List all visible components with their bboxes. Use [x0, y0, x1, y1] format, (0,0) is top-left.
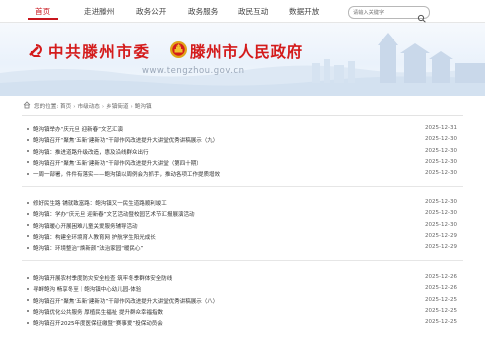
bullet-icon — [27, 172, 29, 175]
bullet-icon — [27, 299, 29, 301]
nav-item-about[interactable]: 走进滕州 — [84, 6, 114, 17]
bullet-icon — [27, 276, 29, 279]
news-title-link[interactable]: 鲍沟镇召开2025年度医保征缴暨“赛事爱”投保动员会 — [33, 319, 413, 327]
bullet-icon — [27, 310, 29, 313]
list-item[interactable]: 鲍沟镇暖心开展困难儿童关爱服务辅导活动 2025-12-30 — [22, 220, 463, 231]
news-title-link[interactable]: 鲍沟镇召开“聚焦‘五新’建新功”干部作风改进提升大讲堂（第四十期） — [33, 159, 413, 167]
news-title-link[interactable]: 鲍沟镇召开“聚焦‘五新’建新功”干部作风改进提升大讲堂优秀讲稿展示（八） — [33, 297, 413, 305]
news-title-link[interactable]: 鲍沟镇优化公共服务 厚植民生福祉 提升群众幸福指数 — [33, 308, 413, 316]
breadcrumb-divider — [22, 115, 463, 116]
news-date: 2025-12-30 — [425, 170, 457, 176]
list-item[interactable]: 鲍沟镇召开“聚焦‘五新’建新功”干部作风改进提升大讲堂优秀讲稿展示（九） 2025… — [22, 134, 463, 145]
list-item[interactable]: 寻衅鲍沟 畅享冬至｜鲍沟镇中心幼儿园-体验 2025-12-26 — [22, 283, 463, 294]
news-date: 2025-12-29 — [425, 244, 457, 250]
news-title-link[interactable]: 鲍沟镇暖心开展困难儿童关爱服务辅导活动 — [33, 222, 413, 230]
home-icon — [23, 101, 31, 109]
breadcrumb-home[interactable]: 首页 — [60, 104, 71, 110]
news-title-link[interactable]: 鲍沟镇：构建全环境育人教育网 护航学生阳光成长 — [33, 233, 413, 241]
news-title-link[interactable]: 鲍沟镇举办“庆元旦 迎新春”文艺汇演 — [33, 125, 413, 133]
news-date: 2025-12-30 — [425, 199, 457, 205]
bullet-icon — [27, 235, 29, 238]
group-divider — [22, 186, 463, 187]
news-date: 2025-12-31 — [425, 125, 457, 131]
city-government-title: 滕州市人民政府 — [190, 42, 303, 61]
nav-item-open-data[interactable]: 数据开放 — [289, 6, 319, 17]
bullet-icon — [27, 201, 29, 204]
bullet-icon — [27, 150, 29, 152]
list-item[interactable]: 鲍沟镇举办“庆元旦 迎新春”文艺汇演 2025-12-31 — [22, 123, 463, 134]
list-item[interactable]: 鲍沟镇召开“聚焦‘五新’建新功”干部作风改进提升大讲堂（第四十期） 2025-12… — [22, 157, 463, 168]
news-date: 2025-12-30 — [425, 158, 457, 165]
search-box — [348, 6, 430, 23]
breadcrumb-current[interactable]: 鲍沟镇 — [135, 104, 152, 110]
party-emblem-icon — [29, 44, 42, 57]
news-date: 2025-12-25 — [425, 319, 457, 325]
news-title-link[interactable]: 鲍沟镇召开“聚焦‘五新’建新功”干部作风改进提升大讲堂优秀讲稿展示（九） — [33, 136, 413, 144]
news-title-link[interactable]: 鲍沟镇开展农村季度防灾安全检查 筑牢冬季群体安全防线 — [33, 274, 413, 282]
nav-item-interaction[interactable]: 政民互动 — [238, 6, 268, 17]
bullet-icon — [27, 287, 29, 290]
news-date: 2025-12-26 — [425, 285, 457, 292]
list-item[interactable]: 鲍沟镇：构建全环境育人教育网 护航学生阳光成长 2025-12-29 — [22, 231, 463, 242]
list-item[interactable]: 鲍沟镇：学办“庆元旦 迎新春”文艺活动暨校园艺术节汇报展演活动 2025-12-3… — [22, 208, 463, 219]
news-title-link[interactable]: 鲍沟镇：推进道路升级改造，惠及沿线群众出行 — [33, 148, 413, 156]
news-date: 2025-12-30 — [425, 147, 457, 154]
nav-item-services[interactable]: 政务服务 — [188, 6, 218, 17]
bullet-icon — [27, 224, 29, 226]
bullet-icon — [27, 127, 29, 130]
list-item[interactable]: 修好民生路 铺就致富路：鲍沟镇又一民生道路顺利竣工 2025-12-30 — [22, 197, 463, 208]
bullet-icon — [27, 138, 29, 141]
list-item[interactable]: 鲍沟镇：环境整治“焕新颜”法治家园“暖民心” 2025-12-29 — [22, 242, 463, 253]
news-title-link[interactable]: 寻衅鲍沟 畅享冬至｜鲍沟镇中心幼儿园-体验 — [33, 285, 413, 293]
party-committee-title: 中共滕州市委 — [48, 42, 151, 61]
news-date: 2025-12-25 — [425, 296, 457, 303]
list-item[interactable]: 鲍沟镇召开2025年度医保征缴暨“赛事爱”投保动员会 2025-12-25 — [22, 317, 463, 328]
search-input[interactable] — [353, 7, 417, 18]
news-list-group-2: 修好民生路 铺就致富路：鲍沟镇又一民生道路顺利竣工 2025-12-30 鲍沟镇：… — [22, 197, 463, 253]
news-title-link[interactable]: 鲍沟镇：学办“庆元旦 迎新春”文艺活动暨校园艺术节汇报展演活动 — [33, 210, 413, 218]
site-url: www.tengzhou.gov.cn — [142, 66, 245, 76]
news-date: 2025-12-30 — [425, 221, 457, 228]
news-date: 2025-12-25 — [425, 307, 457, 314]
news-date: 2025-12-29 — [425, 232, 457, 239]
list-item[interactable]: 鲍沟镇优化公共服务 厚植民生福祉 提升群众幸福指数 2025-12-25 — [22, 306, 463, 317]
list-item[interactable]: 鲍沟镇：推进道路升级改造，惠及沿线群众出行 2025-12-30 — [22, 146, 463, 157]
news-date: 2025-12-26 — [425, 274, 457, 280]
bullet-icon — [27, 212, 29, 215]
list-item[interactable]: 鲍沟镇开展农村季度防灾安全检查 筑牢冬季群体安全防线 2025-12-26 — [22, 272, 463, 283]
news-title-link[interactable]: 鲍沟镇：环境整治“焕新颜”法治家园“暖民心” — [33, 244, 413, 252]
nav-active-indicator — [28, 18, 58, 20]
bullet-icon — [27, 161, 29, 164]
breadcrumb-separator: › — [130, 104, 133, 110]
nav-item-public-affairs[interactable]: 政务公开 — [136, 6, 166, 17]
group-divider — [22, 260, 463, 261]
breadcrumb-city-news[interactable]: 市级动态 — [78, 104, 100, 110]
breadcrumb: 您的位置: 首页 › 市级动态 › 乡镇街道 › 鲍沟镇 — [23, 101, 152, 111]
news-title-link[interactable]: 一周一部署，件件有落实——鲍沟镇以周例会为抓手，推动各项工作提质增效 — [33, 170, 413, 178]
news-date: 2025-12-30 — [425, 210, 457, 217]
breadcrumb-prefix: 您的位置: — [34, 104, 59, 110]
news-date: 2025-12-30 — [425, 136, 457, 143]
search-icon[interactable] — [417, 8, 427, 23]
news-title-link[interactable]: 修好民生路 铺就致富路：鲍沟镇又一民生道路顺利竣工 — [33, 199, 413, 207]
list-item[interactable]: 鲍沟镇召开“聚焦‘五新’建新功”干部作风改进提升大讲堂优秀讲稿展示（八） 2025… — [22, 295, 463, 306]
top-nav: 首页 走进滕州 政务公开 政务服务 政民互动 数据开放 — [0, 0, 485, 23]
breadcrumb-towns[interactable]: 乡镇街道 — [106, 104, 128, 110]
breadcrumb-separator: › — [101, 104, 105, 110]
bullet-icon — [27, 246, 29, 249]
list-item[interactable]: 一周一部署，件件有落实——鲍沟镇以周例会为抓手，推动各项工作提质增效 2025-1… — [22, 168, 463, 179]
news-list-group-3: 鲍沟镇开展农村季度防灾安全检查 筑牢冬季群体安全防线 2025-12-26 寻衅鲍… — [22, 272, 463, 328]
header-banner: 中共滕州市委 滕州市人民政府 www.tengzhou.gov.cn — [0, 23, 485, 96]
nav-item-home[interactable]: 首页 — [35, 6, 50, 17]
bullet-icon — [27, 321, 29, 324]
news-list-group-1: 鲍沟镇举办“庆元旦 迎新春”文艺汇演 2025-12-31 鲍沟镇召开“聚焦‘五新… — [22, 123, 463, 179]
breadcrumb-separator: › — [73, 104, 76, 110]
national-emblem-icon — [170, 41, 187, 58]
